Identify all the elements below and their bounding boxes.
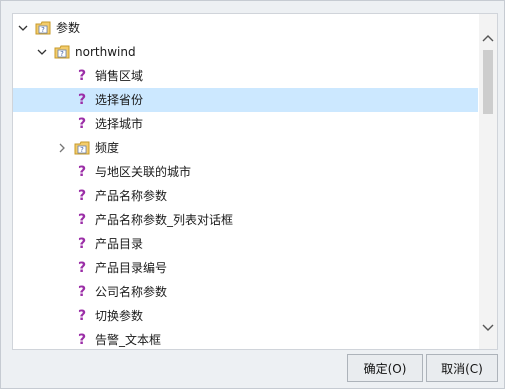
scroll-down-arrow-icon[interactable] <box>479 319 497 337</box>
tree-node-northwind[interactable]: ? northwind <box>13 40 478 64</box>
dialog-frame: ? 参数 ? northwind ? 销售区域 ? 选择省份 ? 选择城市 ? … <box>0 0 505 389</box>
tree-item-label: 选择城市 <box>95 117 144 131</box>
parameter-icon: ? <box>77 92 87 108</box>
parameter-icon: ? <box>77 260 87 276</box>
ok-button[interactable]: 确定(O) <box>347 354 423 382</box>
tree-item-label: 公司名称参数 <box>95 285 168 299</box>
cancel-button[interactable]: 取消(C) <box>426 354 498 382</box>
parameter-folder-icon: ? <box>74 140 90 156</box>
tree-item-parameter[interactable]: ? 产品名称参数_列表对话框 <box>13 208 478 232</box>
parameter-icon: ? <box>77 188 87 204</box>
parameter-icon: ? <box>77 164 87 180</box>
parameter-icon: ? <box>77 284 87 300</box>
chevron-right-icon[interactable] <box>55 136 69 160</box>
chevron-down-icon[interactable] <box>35 40 49 64</box>
tree-item-label: 产品目录编号 <box>95 261 168 275</box>
parameter-tree[interactable]: ? 参数 ? northwind ? 销售区域 ? 选择省份 ? 选择城市 ? … <box>12 13 498 350</box>
parameter-folder-icon: ? <box>54 44 70 60</box>
tree-item-parameter[interactable]: ? 切换参数 <box>13 304 478 328</box>
tree-item-parameter[interactable]: ? 公司名称参数 <box>13 280 478 304</box>
tree-item-parameter[interactable]: ? 产品名称参数 <box>13 184 478 208</box>
tree-node-label: 参数 <box>56 21 81 35</box>
scrollbar-thumb[interactable] <box>483 50 493 114</box>
parameter-folder-icon: ? <box>35 20 51 36</box>
tree-item-parameter[interactable]: ? 产品目录编号 <box>13 256 478 280</box>
parameter-icon: ? <box>77 308 87 324</box>
tree-item-label: 切换参数 <box>95 309 144 323</box>
tree-item-label: 与地区关联的城市 <box>95 165 192 179</box>
parameter-icon: ? <box>77 236 87 252</box>
parameter-icon: ? <box>77 212 87 228</box>
tree-item-label: 告警_文本框 <box>95 333 162 347</box>
tree-item-label: 选择省份 <box>95 93 144 107</box>
parameter-icon: ? <box>77 332 87 348</box>
tree-item-parameter[interactable]: ? 选择城市 <box>13 112 478 136</box>
tree-node-root[interactable]: ? 参数 <box>13 16 478 40</box>
tree-item-label: 产品名称参数 <box>95 189 168 203</box>
chevron-down-icon[interactable] <box>16 16 30 40</box>
tree-item-parameter[interactable]: ? 产品目录 <box>13 232 478 256</box>
tree-node-folder[interactable]: ? 频度 <box>13 136 478 160</box>
parameter-icon: ? <box>77 68 87 84</box>
tree-item-parameter[interactable]: ? 告警_文本框 <box>13 328 478 349</box>
tree-item-label: 产品目录 <box>95 237 144 251</box>
scroll-up-arrow-icon[interactable] <box>479 29 497 47</box>
tree-item-parameter[interactable]: ? 销售区域 <box>13 64 478 88</box>
svg-text:?: ? <box>80 146 84 154</box>
tree-node-label: northwind <box>75 45 136 59</box>
tree-item-label: 产品名称参数_列表对话框 <box>95 213 234 227</box>
parameter-icon: ? <box>77 116 87 132</box>
tree-item-parameter[interactable]: ? 与地区关联的城市 <box>13 160 478 184</box>
tree-item-label: 销售区域 <box>95 69 144 83</box>
tree-item-label: 频度 <box>95 141 120 155</box>
svg-text:?: ? <box>41 26 45 34</box>
svg-text:?: ? <box>60 50 64 58</box>
tree-item-parameter-selected[interactable]: ? 选择省份 <box>13 88 478 112</box>
vertical-scrollbar[interactable] <box>479 14 497 349</box>
